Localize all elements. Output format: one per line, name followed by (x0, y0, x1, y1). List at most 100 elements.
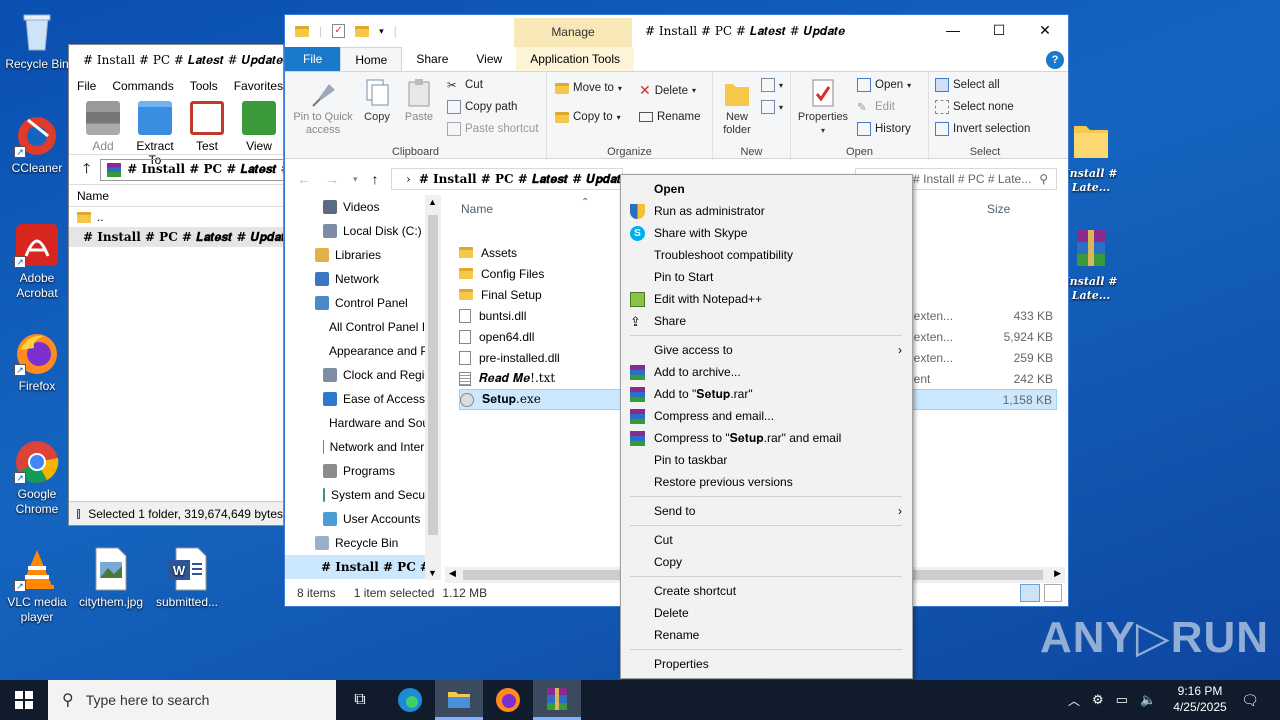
context-menu-item[interactable]: Compress to "𝐒𝐞𝐭𝐮𝐩.rar" and email (621, 427, 912, 449)
winrar-path-field[interactable]: # Install # PC # 𝑳𝒂𝒕𝒆𝒔𝒕 # 𝑼𝒑𝒅𝒂𝒕𝒆 (100, 158, 283, 181)
nav-item[interactable]: Appearance and Personalization (285, 339, 441, 363)
recent-dropdown-icon[interactable]: ▾ (353, 174, 358, 185)
tab-share[interactable]: Share (402, 47, 462, 71)
nav-item[interactable]: All Control Panel Items (285, 315, 441, 339)
forward-arrow-icon[interactable]: → (325, 171, 339, 187)
context-menu-item[interactable]: Delete (621, 602, 912, 624)
nav-item[interactable]: Network and Internet (285, 435, 441, 459)
tab-view[interactable]: View (462, 47, 516, 71)
list-item[interactable]: .. (69, 207, 283, 227)
qat-dropdown-icon[interactable]: ▾ (379, 26, 384, 37)
scroll-thumb[interactable] (428, 215, 438, 535)
nav-item[interactable]: Videos (285, 195, 441, 219)
rename-button[interactable]: Rename (639, 111, 700, 123)
context-menu-item[interactable]: Run as administrator (621, 200, 912, 222)
nav-item[interactable]: # Install # PC # Latest # Update (285, 555, 441, 579)
taskbar-file-explorer[interactable] (435, 680, 483, 720)
desktop-icon-firefox[interactable]: ↗ Firefox (0, 330, 74, 394)
nav-item[interactable]: Ease of Access (285, 387, 441, 411)
network-icon[interactable]: ▭ (1116, 692, 1128, 708)
minimize-button[interactable]: — (930, 15, 976, 45)
scroll-left-icon[interactable]: ◀ (449, 568, 456, 579)
context-menu-item[interactable]: Cut (621, 529, 912, 551)
nav-item[interactable]: Hardware and Sound (285, 411, 441, 435)
context-menu-item[interactable]: Create shortcut (621, 580, 912, 602)
easy-access-button[interactable]: ▾ (761, 100, 783, 114)
winrar-column-name[interactable]: Name (69, 185, 283, 207)
copy-path-button[interactable]: Copy path (447, 100, 517, 114)
nav-item[interactable]: Network (285, 267, 441, 291)
nav-item[interactable]: Recycle Bin (285, 531, 441, 555)
taskbar-edge[interactable] (386, 680, 434, 720)
history-button[interactable]: History (857, 122, 911, 136)
context-menu-item[interactable]: Add to "𝐒𝐞𝐭𝐮𝐩.rar" (621, 383, 912, 405)
nav-item[interactable]: Local Disk (C:) (285, 219, 441, 243)
desktop-icon-vlc[interactable]: ↗ VLC media player (0, 546, 74, 625)
desktop-icon-ccleaner[interactable]: ↗ CCleaner (0, 112, 74, 176)
context-menu-item[interactable]: Properties (621, 653, 912, 675)
invert-selection-button[interactable]: Invert selection (935, 122, 1030, 136)
select-none-button[interactable]: Select none (935, 100, 1014, 114)
winrar-test-button[interactable]: Test (183, 101, 231, 154)
up-arrow-icon[interactable]: 🡑 (83, 158, 90, 182)
tab-application-tools[interactable]: Application Tools (516, 47, 635, 71)
open-button[interactable]: Open ▾ (857, 78, 911, 92)
notification-center-button[interactable]: 🗨 (1226, 680, 1274, 720)
winrar-view-button[interactable]: View (235, 101, 283, 154)
new-folder-icon[interactable] (355, 25, 370, 37)
edit-button[interactable]: ✎ Edit (857, 100, 895, 114)
scroll-down-icon[interactable]: ▼ (428, 568, 437, 578)
taskbar-winrar[interactable] (533, 680, 581, 720)
desktop-icon-citythem[interactable]: citythem.jpg (74, 546, 148, 610)
winrar-menu-file[interactable]: File (77, 79, 96, 93)
tray-chevron-icon[interactable]: ︿ (1068, 692, 1080, 709)
tray-app-icon[interactable]: ⚙ (1092, 692, 1104, 708)
address-bar[interactable]: › # Install # PC # 𝑳𝒂𝒕𝒆𝒔𝒕 # 𝑼𝒑𝒅𝒂𝒕𝒆 (391, 168, 623, 190)
tab-home[interactable]: Home (340, 47, 403, 71)
task-view-button[interactable]: ⧉ (336, 680, 384, 720)
properties-button[interactable]: Properties ▾ (795, 78, 851, 137)
large-icons-view-icon[interactable] (1044, 584, 1062, 602)
context-menu-item[interactable]: Send to › (621, 500, 912, 522)
properties-check-icon[interactable]: ✓ (332, 24, 346, 38)
context-menu-item[interactable]: Give access to › (621, 339, 912, 361)
paste-button[interactable]: Paste (401, 78, 437, 124)
context-menu-item[interactable]: Pin to taskbar (621, 449, 912, 471)
nav-item[interactable]: Control Panel (285, 291, 441, 315)
scroll-right-icon[interactable]: ▶ (1054, 568, 1061, 579)
context-menu-item[interactable]: Compress and email... (621, 405, 912, 427)
context-menu-item[interactable]: Open (621, 178, 912, 200)
select-all-button[interactable]: Select all (935, 78, 1000, 92)
winrar-menu-favorites[interactable]: Favorites (234, 79, 283, 93)
context-menu-item[interactable]: ⇪ Share (621, 310, 912, 332)
cut-button[interactable]: ✂ Cut (447, 78, 483, 92)
desktop-icon-google-chrome[interactable]: ↗ Google Chrome (0, 438, 74, 517)
help-icon[interactable]: ? (1046, 51, 1064, 69)
context-menu-item[interactable]: S Share with Skype (621, 222, 912, 244)
winrar-add-button[interactable]: Add (79, 101, 127, 154)
taskbar-firefox[interactable] (484, 680, 532, 720)
context-menu-item[interactable]: Restore previous versions (621, 471, 912, 493)
context-menu-item[interactable]: Edit with Notepad++ (621, 288, 912, 310)
scroll-up-icon[interactable]: ▲ (428, 197, 437, 207)
context-menu-item[interactable]: Add to archive... (621, 361, 912, 383)
nav-item[interactable]: User Accounts (285, 507, 441, 531)
winrar-menu-commands[interactable]: Commands (112, 79, 173, 93)
new-item-button[interactable]: ▾ (761, 78, 783, 92)
nav-scrollbar[interactable]: ▲ ▼ (425, 195, 441, 580)
new-folder-button[interactable]: New folder (717, 78, 757, 137)
context-menu-item[interactable]: Copy (621, 551, 912, 573)
copy-to-button[interactable]: Copy to ▾ (555, 111, 621, 123)
details-view-icon[interactable] (1020, 584, 1040, 602)
taskbar-search[interactable]: ⚲ Type here to search (48, 680, 336, 720)
winrar-menu-tools[interactable]: Tools (190, 79, 218, 93)
column-size-header[interactable]: Size (987, 202, 1010, 216)
column-name-header[interactable]: Name (461, 202, 493, 216)
context-menu-item[interactable]: Troubleshoot compatibility (621, 244, 912, 266)
start-button[interactable] (0, 680, 48, 720)
nav-item[interactable]: Clock and Region (285, 363, 441, 387)
winrar-extract-button[interactable]: Extract To (131, 101, 179, 167)
explorer-titlebar[interactable]: | ✓ ▾ | Manage # Install # PC # 𝑳𝒂𝒕𝒆𝒔𝒕 #… (285, 15, 1068, 47)
desktop-icon-submitted[interactable]: W submitted... (150, 546, 224, 610)
nav-item[interactable]: Programs (285, 459, 441, 483)
